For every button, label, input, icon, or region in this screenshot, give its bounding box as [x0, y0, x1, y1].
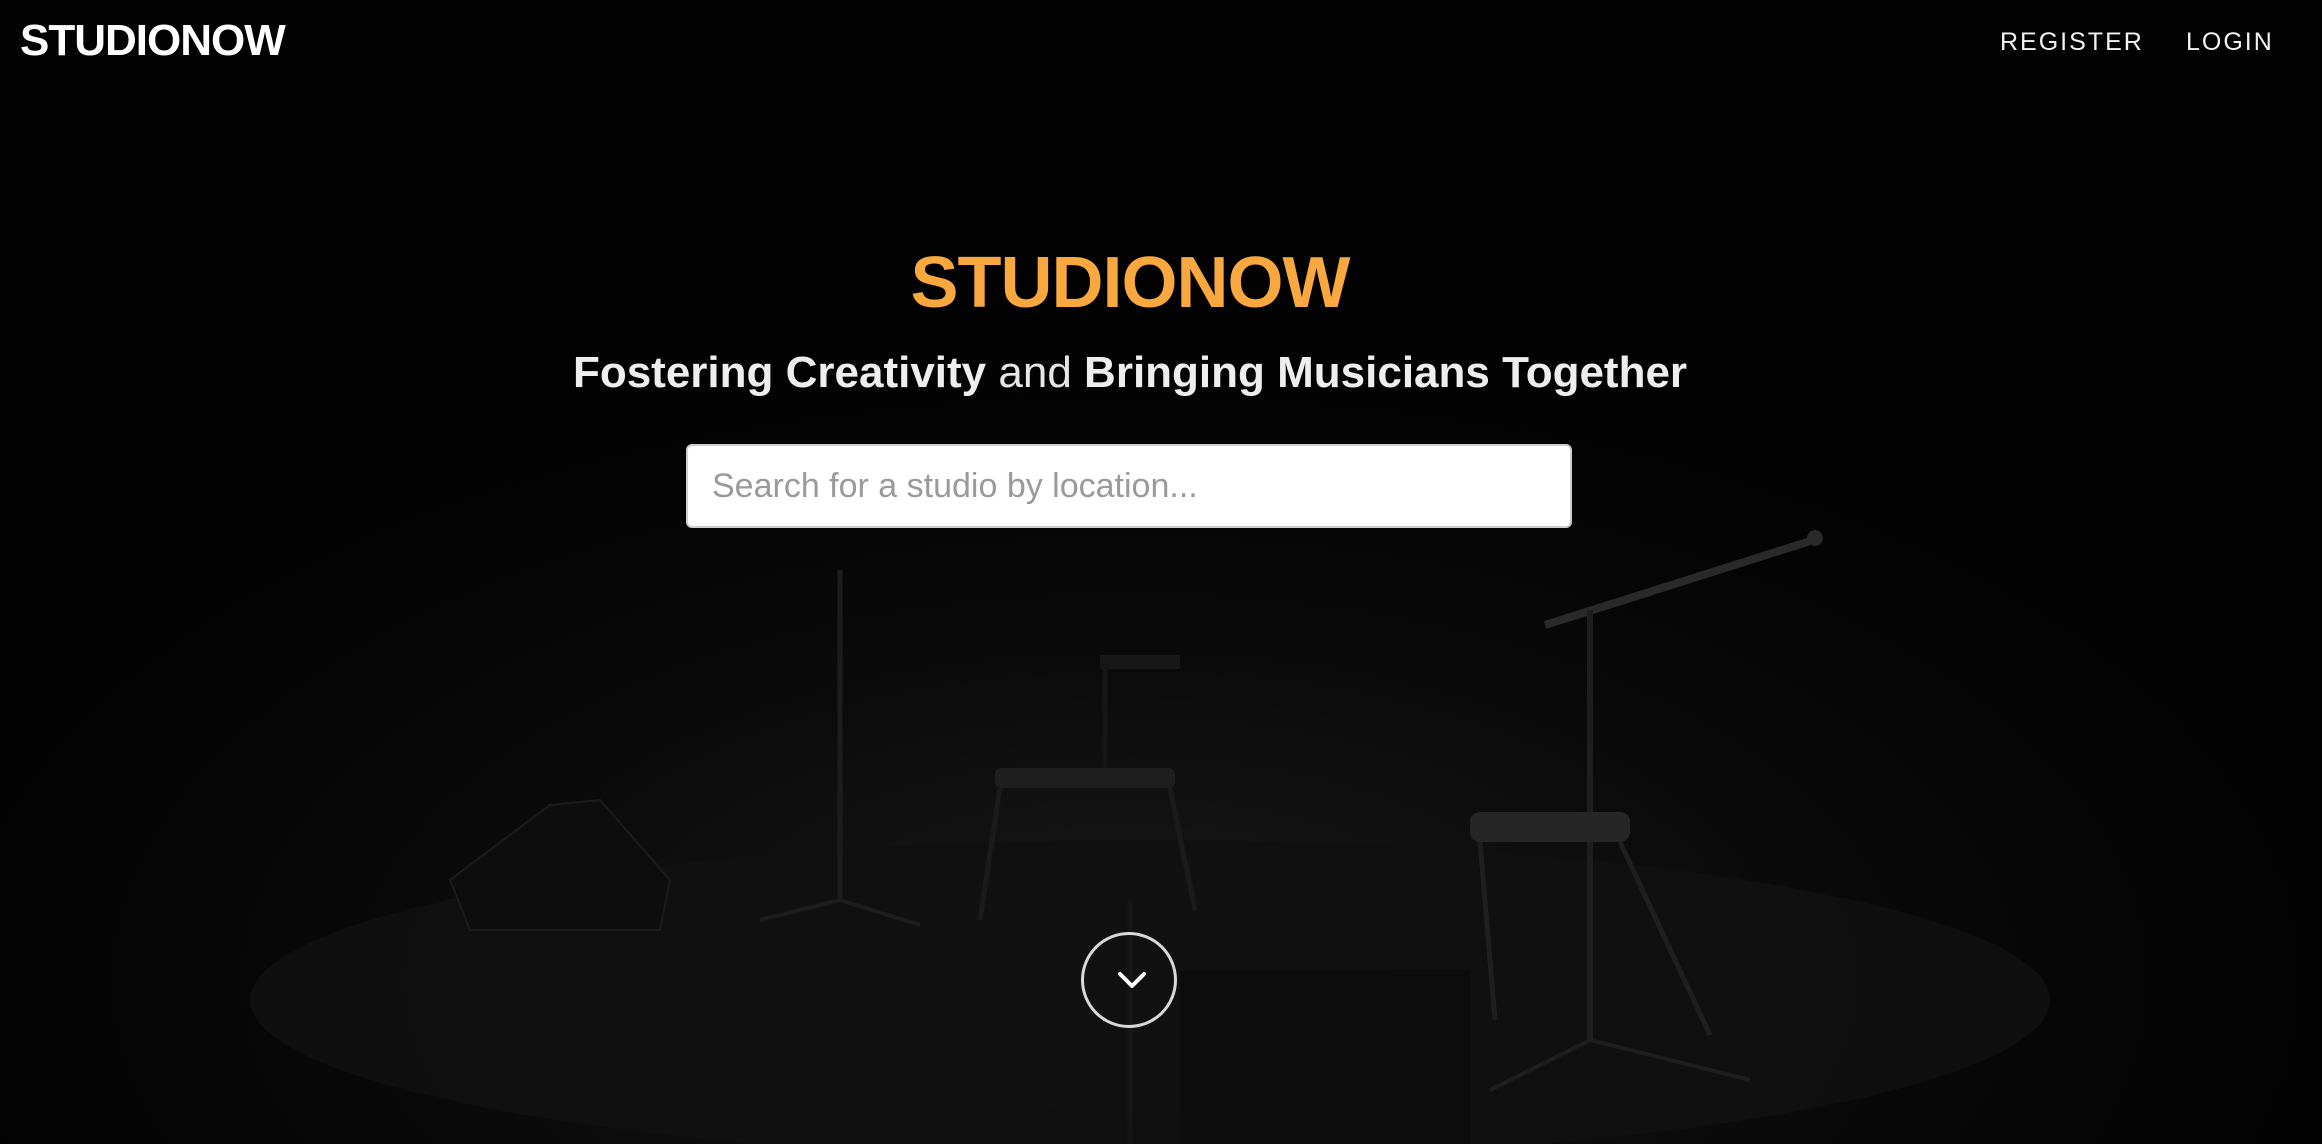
- subtitle-part-2: Bringing Musicians Together: [1084, 348, 1688, 397]
- brand-logo[interactable]: STUDIONOW: [20, 16, 286, 66]
- scroll-down-button[interactable]: [1081, 932, 1177, 1028]
- studio-search-input[interactable]: [686, 444, 1572, 528]
- hero-title: STUDIONOW: [910, 243, 1351, 323]
- register-link[interactable]: REGISTER: [2000, 28, 2144, 57]
- landing-page: STUDIONOW REGISTER LOGIN STUDIONOW Foste…: [0, 0, 2322, 1144]
- chevron-down-icon: [1118, 972, 1146, 988]
- hero-subtitle: Fostering Creativity and Bringing Musici…: [0, 348, 2260, 398]
- subtitle-part-1: Fostering Creativity: [572, 348, 987, 397]
- subtitle-connector: and: [998, 348, 1072, 397]
- navbar: STUDIONOW REGISTER LOGIN: [0, 0, 2322, 86]
- login-link[interactable]: LOGIN: [2186, 28, 2274, 57]
